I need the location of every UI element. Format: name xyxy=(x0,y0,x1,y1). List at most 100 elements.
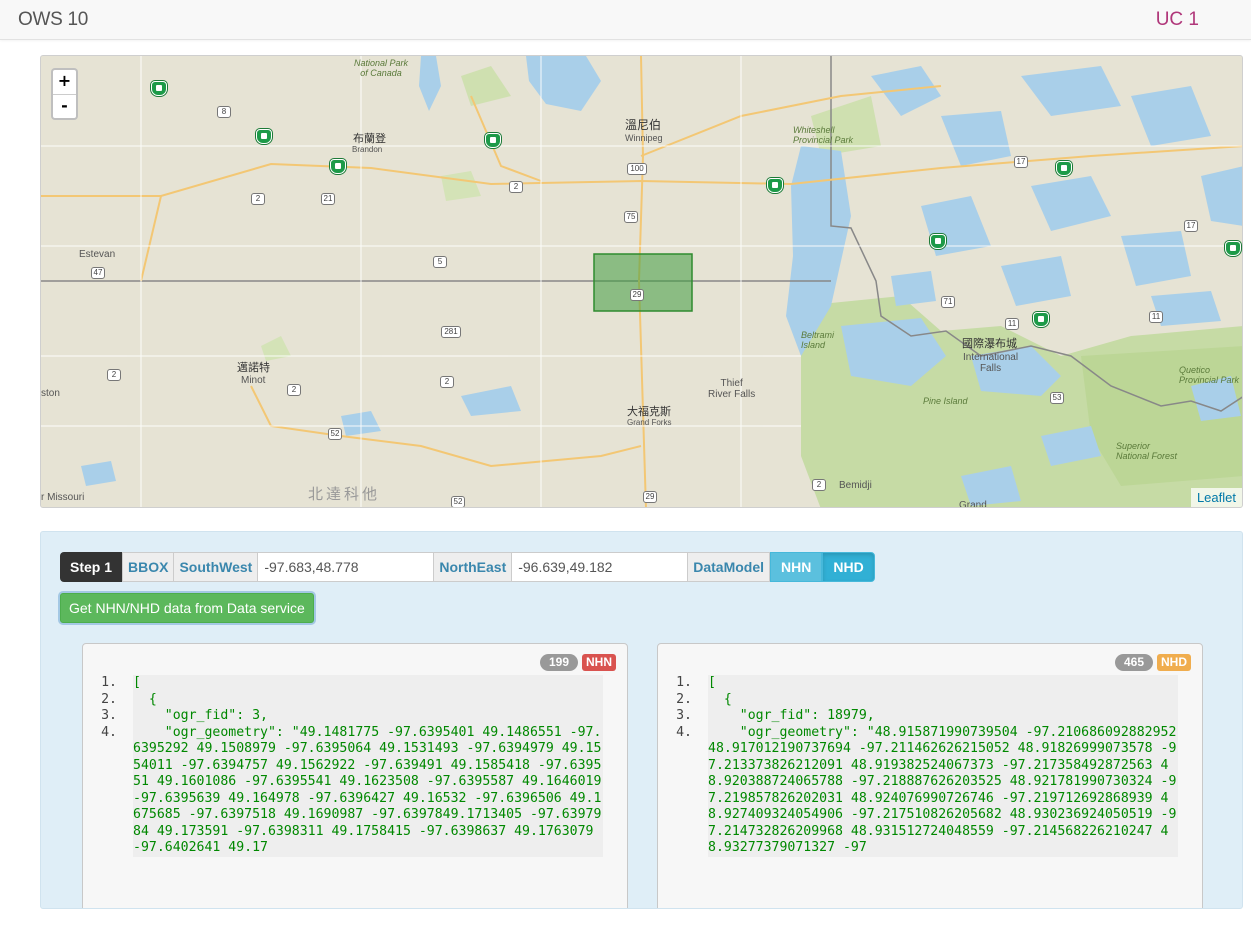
road-shield: 47 xyxy=(91,267,105,279)
line-text: "ogr_geometry": "49.1481775 -97.6395401 … xyxy=(133,724,610,857)
road-shield: 75 xyxy=(624,211,638,223)
line-number: 4. xyxy=(101,724,117,740)
leaflet-attribution-link[interactable]: Leaflet xyxy=(1190,488,1242,507)
map-label-winnipeg: Winnipeg xyxy=(625,133,663,143)
highway-marker-icon xyxy=(1056,161,1072,176)
road-shield: 2 xyxy=(440,376,454,388)
line-text: { xyxy=(133,691,603,708)
line-number: 1. xyxy=(676,675,692,690)
map-view[interactable]: + - National Park of Canada Whiteshell P… xyxy=(40,55,1243,508)
map-label-bemidji: Bemidji xyxy=(839,480,872,491)
map-label-intl-falls-cn: 國際瀑布城 xyxy=(962,338,1017,350)
line-text: [ xyxy=(133,675,603,692)
map-label-intl-falls: International Falls xyxy=(963,352,1019,374)
road-shield: 11 xyxy=(1005,318,1019,330)
map-label-grand-forks-cn: 大福克斯 xyxy=(627,406,671,418)
map-label-grand-forks: Grand Forks xyxy=(627,418,672,427)
nhn-badges: 199 NHN xyxy=(539,654,616,671)
code-line: 3. "ogr_fid": 18979, xyxy=(658,708,1202,725)
road-shield: 5 xyxy=(433,256,447,268)
map-label-ston: ston xyxy=(41,388,60,399)
map-label-missouri: r Missouri xyxy=(41,492,85,503)
highway-marker-icon xyxy=(256,129,272,144)
nhn-tag-badge: NHN xyxy=(582,654,616,671)
map-label-minot: Minot xyxy=(241,375,266,386)
map-label-brandon: Brandon xyxy=(352,145,383,154)
code-line: 4. "ogr_geometry": "48.915871990739504 -… xyxy=(658,724,1202,857)
code-line: 2. { xyxy=(658,691,1202,708)
map-label-grand: Grand xyxy=(959,500,987,508)
road-shield: 52 xyxy=(451,496,465,507)
road-shield: 29 xyxy=(643,491,657,503)
road-shield: 17 xyxy=(1184,220,1198,232)
line-number: 2. xyxy=(676,691,692,707)
code-line: 3. "ogr_fid": 3, xyxy=(83,708,627,725)
line-text: "ogr_fid": 3, xyxy=(133,708,603,725)
line-number: 3. xyxy=(676,708,692,723)
northeast-input[interactable]: -96.639,49.182 xyxy=(512,552,689,582)
datamodel-label: DataModel xyxy=(688,552,771,582)
nhd-count-badge: 465 xyxy=(1114,654,1153,671)
code-line: 1. [ xyxy=(658,675,1202,692)
code-line: 2. { xyxy=(83,691,627,708)
model-nhn-toggle[interactable]: NHN xyxy=(770,552,823,582)
nhd-result-panel[interactable]: 465 NHD 1. [ 2. { 3. "ogr_fid": 18979, 4.… xyxy=(657,643,1203,908)
highway-marker-icon xyxy=(485,133,501,148)
road-shield: 21 xyxy=(321,193,335,205)
line-text: "ogr_geometry": "48.915871990739504 -97.… xyxy=(708,724,1185,857)
code-line: 1. [ xyxy=(83,675,627,692)
bbox-label: BBOX xyxy=(122,552,175,582)
highway-marker-icon xyxy=(1033,312,1049,327)
map-label-brandon-cn: 布蘭登 xyxy=(353,133,386,145)
highway-marker-icon xyxy=(330,159,346,174)
line-text: "ogr_fid": 18979, xyxy=(708,708,1178,725)
highway-marker-icon xyxy=(767,178,783,193)
map-label-beltrami: Beltrami Island xyxy=(801,330,835,350)
zoom-in-button[interactable]: + xyxy=(53,70,76,94)
road-shield: 11 xyxy=(1149,311,1163,323)
nhn-result-panel[interactable]: 199 NHN 1. [ 2. { 3. "ogr_fid": 3, 4. "og… xyxy=(82,643,628,908)
highway-marker-icon xyxy=(930,234,946,249)
road-shield: 2 xyxy=(812,479,826,491)
zoom-out-button[interactable]: - xyxy=(53,94,76,118)
road-shield: 52 xyxy=(328,428,342,440)
road-shield: 2 xyxy=(251,193,265,205)
map-label-superior: Superior National Forest xyxy=(1116,441,1178,461)
map-label-whiteshell: Whiteshell Provincial Park xyxy=(793,125,854,145)
map-label-minot-cn: 邁諾特 xyxy=(237,362,270,374)
map-label-estevan: Estevan xyxy=(79,249,116,260)
road-shield: 100 xyxy=(627,163,647,175)
road-shield: 17 xyxy=(1014,156,1028,168)
map-label-north-dakota: 北達科他 xyxy=(308,486,381,503)
nhd-badges: 465 NHD xyxy=(1114,654,1191,671)
line-number: 2. xyxy=(101,691,117,707)
line-text: [ xyxy=(708,675,1178,692)
road-shield: 8 xyxy=(217,106,231,118)
road-shield: 281 xyxy=(441,326,461,338)
step-label: Step 1 xyxy=(60,552,123,582)
code-line: 4. "ogr_geometry": "49.1481775 -97.63954… xyxy=(83,724,627,857)
highway-marker-icon xyxy=(1225,241,1241,256)
map-label-winnipeg-cn: 溫尼伯 xyxy=(625,118,662,132)
line-number: 1. xyxy=(101,675,117,690)
map-label-pine-island: Pine Island xyxy=(923,396,968,406)
bbox-rectangle xyxy=(593,253,693,312)
road-shield: 2 xyxy=(509,181,523,193)
model-nhd-toggle[interactable]: NHD xyxy=(822,552,875,582)
southwest-input[interactable]: -97.683,48.778 xyxy=(258,552,435,582)
road-shield: 2 xyxy=(107,369,121,381)
line-number: 3. xyxy=(101,708,117,723)
nhn-json-code: 1. [ 2. { 3. "ogr_fid": 3, 4. "ogr_geomet… xyxy=(83,675,627,857)
map-label-thief-river-falls: Thief River Falls xyxy=(708,378,756,400)
zoom-control: + - xyxy=(51,68,78,120)
use-case-label[interactable]: UC 1 xyxy=(1156,9,1199,31)
road-shield: 53 xyxy=(1050,392,1064,404)
southwest-label: SouthWest xyxy=(174,552,259,582)
line-text: { xyxy=(708,691,1178,708)
get-data-button[interactable]: Get NHN/NHD data from Data service xyxy=(60,593,314,623)
top-navbar: OWS 10 UC 1 xyxy=(0,0,1251,40)
highway-marker-icon xyxy=(151,81,167,96)
line-number: 4. xyxy=(676,724,692,740)
app-brand[interactable]: OWS 10 xyxy=(18,9,88,31)
road-shield: 2 xyxy=(287,384,301,396)
